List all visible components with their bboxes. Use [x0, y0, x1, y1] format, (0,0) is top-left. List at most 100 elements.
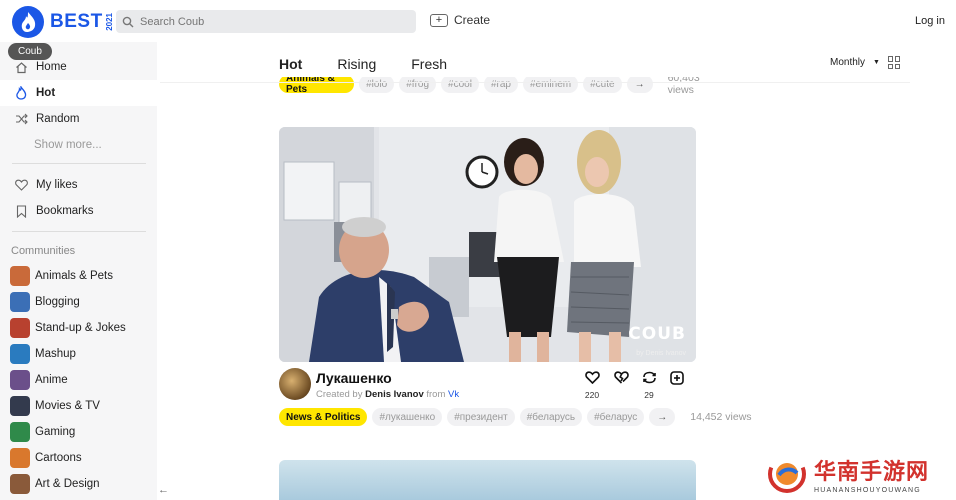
community-anime[interactable]: Anime — [10, 370, 68, 390]
prev-post-tags: Animals & Pets #lolo #frog #cool #rap #e… — [279, 77, 719, 93]
recoub-button[interactable]: 29 — [641, 371, 657, 400]
sidebar-item-bookmarks[interactable]: Bookmarks — [0, 198, 157, 224]
community-standup-jokes[interactable]: Stand-up & Jokes — [10, 318, 126, 338]
community-label: Anime — [35, 374, 68, 386]
search-icon — [122, 16, 134, 27]
dislike-button[interactable] — [613, 371, 629, 384]
community-avatar — [10, 448, 30, 468]
tab-fresh[interactable]: Fresh — [411, 52, 447, 76]
sidebar-item-label: My likes — [36, 179, 78, 191]
caret-down-icon: ▼ — [873, 59, 880, 66]
author-link[interactable]: Denis Ivanov — [365, 389, 424, 400]
community-cartoons[interactable]: Cartoons — [10, 448, 82, 468]
sidebar-divider — [12, 163, 146, 164]
community-art-design[interactable]: Art & Design — [10, 474, 100, 494]
tabs-divider — [160, 82, 910, 83]
recoub-count: 29 — [644, 390, 654, 400]
community-label: Stand-up & Jokes — [35, 322, 126, 334]
view-count: 14,452 views — [690, 411, 752, 423]
community-animals-pets[interactable]: Animals & Pets — [10, 266, 113, 286]
search-input[interactable] — [140, 15, 390, 28]
hashtag[interactable]: #беларусь — [519, 408, 583, 426]
post-title[interactable]: Лукашенко — [316, 370, 392, 386]
sidebar-item-random[interactable]: Random — [0, 106, 157, 132]
broken-heart-icon — [613, 371, 629, 384]
watermark-cn: 华南手游网 — [814, 459, 930, 484]
category-tag[interactable]: Animals & Pets — [279, 77, 355, 93]
create-button[interactable]: + Create — [430, 13, 490, 27]
view-count: 60,403 views — [667, 77, 700, 93]
collapse-sidebar-icon[interactable]: ← — [158, 484, 169, 496]
sort-dropdown[interactable]: Monthly ▼ — [830, 57, 880, 68]
heart-icon — [584, 371, 600, 384]
community-avatar — [10, 292, 30, 312]
logo-year: 2021 — [104, 13, 114, 31]
more-tags-button[interactable]: → — [626, 77, 653, 93]
add-to-collection-button[interactable] — [669, 371, 685, 385]
watermark-logo-icon — [766, 453, 808, 495]
community-label: Blogging — [35, 296, 80, 308]
sidebar-divider — [12, 231, 146, 232]
like-count: 220 — [584, 390, 600, 400]
coub-watermark: COUB — [628, 324, 686, 344]
show-more-link[interactable]: Show more... — [0, 132, 157, 158]
grid-view-icon[interactable] — [888, 56, 901, 69]
community-label: Mashup — [35, 348, 76, 360]
post-tags: News & Politics #лукашенко #президент #б… — [279, 408, 752, 426]
best-2021-logo[interactable]: BEST 2021 — [12, 6, 114, 38]
community-avatar — [10, 396, 30, 416]
hashtag[interactable]: #cute — [583, 77, 622, 93]
source-link[interactable]: Vk — [448, 389, 459, 400]
community-label: Cartoons — [35, 452, 82, 464]
coub-tooltip: Coub — [8, 43, 52, 60]
sidebar-item-my-likes[interactable]: My likes — [0, 172, 157, 198]
community-avatar — [10, 344, 30, 364]
login-link[interactable]: Log in — [915, 15, 945, 27]
watermark-en: HUANANSHOUYOUWANG — [814, 487, 921, 494]
created-by-prefix: Created by — [316, 389, 363, 400]
feed-tabs: Hot Rising Fresh — [279, 52, 482, 76]
category-tag[interactable]: News & Politics — [279, 408, 368, 426]
search-box[interactable] — [116, 10, 416, 33]
community-avatar — [10, 318, 30, 338]
heart-icon — [14, 178, 28, 192]
community-avatar — [10, 266, 30, 286]
like-button[interactable]: 220 — [584, 371, 600, 400]
coub-watermark-credit: by Denis Ivanov — [636, 350, 686, 357]
community-label: Gaming — [35, 426, 76, 438]
hashtag[interactable]: #cool — [441, 77, 479, 93]
plus-square-icon — [670, 371, 684, 385]
site-watermark: 华南手游网 HUANANSHOUYOUWANG — [766, 450, 951, 498]
post-byline: Created by Denis Ivanov from Vk — [316, 389, 459, 400]
sidebar-item-label: Bookmarks — [36, 205, 94, 217]
hashtag[interactable]: #беларус — [587, 408, 645, 426]
logo-text: BEST — [50, 11, 103, 32]
community-avatar — [10, 422, 30, 442]
tab-rising[interactable]: Rising — [337, 52, 376, 76]
flame-icon — [14, 86, 28, 100]
from-word: from — [426, 389, 446, 400]
hashtag[interactable]: #eminem — [522, 77, 579, 93]
hashtag[interactable]: #президент — [447, 408, 515, 426]
home-icon — [14, 60, 28, 74]
plus-icon: + — [430, 13, 448, 27]
more-tags-button[interactable]: → — [649, 408, 676, 426]
community-blogging[interactable]: Blogging — [10, 292, 80, 312]
community-gaming[interactable]: Gaming — [10, 422, 75, 442]
hashtag[interactable]: #lolo — [359, 77, 395, 93]
coub-flame-icon — [12, 6, 44, 38]
sidebar-item-hot[interactable]: Hot — [0, 80, 157, 106]
sidebar-item-label: Hot — [36, 87, 56, 99]
community-label: Animals & Pets — [35, 270, 113, 282]
community-movies-tv[interactable]: Movies & TV — [10, 396, 100, 416]
community-mashup[interactable]: Mashup — [10, 344, 76, 364]
recoub-icon — [642, 371, 656, 384]
hashtag[interactable]: #лукашенко — [372, 408, 443, 426]
hashtag[interactable]: #frog — [399, 77, 437, 93]
channel-avatar[interactable] — [279, 368, 311, 400]
hashtag[interactable]: #rap — [483, 77, 518, 93]
tab-hot[interactable]: Hot — [279, 52, 302, 76]
top-header: BEST 2021 + Create Log in — [0, 0, 956, 42]
next-coub-video[interactable] — [279, 460, 696, 500]
coub-video-player[interactable]: COUB by Denis Ivanov — [279, 127, 696, 362]
